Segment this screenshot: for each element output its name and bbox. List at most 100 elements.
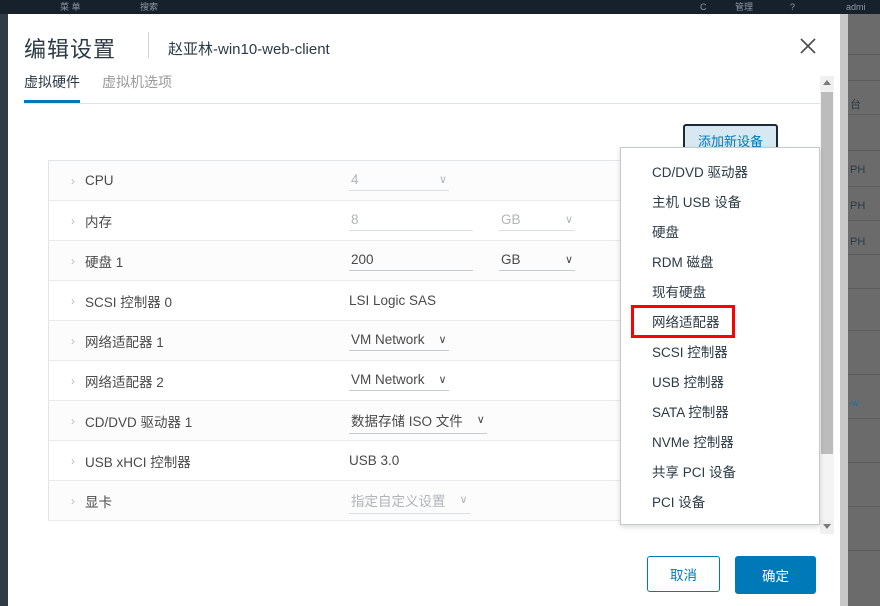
- menu-item-label: 现有硬盘: [652, 285, 706, 300]
- device-label: 网络适配器 1: [85, 334, 164, 350]
- scroll-up-arrow-icon[interactable]: [820, 76, 834, 90]
- chevron-right-icon[interactable]: ›: [71, 374, 75, 388]
- background-row-divider: [848, 506, 880, 507]
- chevron-down-icon: ∨: [438, 334, 447, 346]
- device-label: USB xHCI 控制器: [85, 454, 191, 470]
- navbar-text-fragments: 菜 单 搜索 C 管理? admi: [0, 0, 880, 14]
- vm-name-label: 赵亚林-win10-web-client: [168, 41, 330, 58]
- chevron-right-icon[interactable]: ›: [71, 214, 75, 228]
- device-label: 内存: [85, 214, 112, 230]
- device-label-cell: › 硬盘 1: [49, 251, 349, 271]
- menu-item-label: 主机 USB 设备: [652, 195, 742, 210]
- selected-value: 数据存储 ISO 文件: [351, 413, 463, 429]
- background-row-link[interactable]: -w: [849, 398, 859, 408]
- navbar-fragment: C: [700, 2, 707, 12]
- background-row-divider: [848, 418, 880, 419]
- menu-item-主机-USB-设备[interactable]: 主机 USB 设备: [621, 186, 819, 216]
- chevron-down-icon: ∨: [438, 174, 447, 186]
- menu-item-label: PCI 设备: [652, 495, 706, 510]
- device-value-select[interactable]: VM Network ∨: [349, 330, 449, 351]
- background-row-text: PH: [850, 200, 866, 212]
- device-value-text: USB 3.0: [349, 453, 400, 468]
- menu-item-CD-DVD-驱动器[interactable]: CD/DVD 驱动器: [621, 156, 819, 186]
- device-label-cell: › USB xHCI 控制器: [49, 451, 349, 471]
- device-unit-select[interactable]: GB ∨: [499, 250, 575, 271]
- menu-item-RDM-磁盘[interactable]: RDM 磁盘: [621, 246, 819, 276]
- menu-item-硬盘[interactable]: 硬盘: [621, 216, 819, 246]
- device-label: CPU: [85, 173, 114, 188]
- menu-item-SATA-控制器[interactable]: SATA 控制器: [621, 396, 819, 426]
- title-divider: [148, 32, 149, 58]
- dialog-header: 编辑设置 赵亚林-win10-web-client: [8, 14, 840, 72]
- device-value-input[interactable]: 200: [349, 250, 473, 271]
- background-row-divider: [848, 54, 880, 55]
- menu-item-SCSI-控制器[interactable]: SCSI 控制器: [621, 336, 819, 366]
- chevron-right-icon[interactable]: ›: [71, 294, 75, 308]
- device-value-select[interactable]: 数据存储 ISO 文件 ∨: [349, 408, 487, 434]
- selected-value: GB: [501, 252, 521, 267]
- device-label: 显卡: [85, 494, 112, 510]
- navbar-fragment: 管理: [735, 2, 754, 12]
- background-left-strip: [0, 14, 8, 606]
- menu-item-现有硬盘[interactable]: 现有硬盘: [621, 276, 819, 306]
- chevron-down-icon: ∨: [564, 214, 573, 226]
- edit-settings-dialog: 编辑设置 赵亚林-win10-web-client 虚拟硬件 虚拟机选项 添加新设…: [8, 14, 840, 606]
- content-scrollbar[interactable]: [820, 76, 834, 534]
- background-row-divider: [848, 186, 880, 187]
- menu-item-共享-PCI-设备[interactable]: 共享 PCI 设备: [621, 456, 819, 486]
- menu-item-NVMe-控制器[interactable]: NVMe 控制器: [621, 426, 819, 456]
- menu-item-网络适配器[interactable]: 网络适配器: [621, 306, 819, 336]
- background-row-text: PH: [850, 236, 866, 248]
- device-value-select: 4 ∨: [349, 170, 449, 191]
- menu-item-label: CD/DVD 驱动器: [652, 165, 749, 180]
- background-right-table: 台 PH PH PH -w: [848, 14, 880, 606]
- chevron-right-icon[interactable]: ›: [71, 494, 75, 508]
- navbar-fragment: admi: [846, 2, 866, 12]
- background-row-divider: [848, 220, 880, 221]
- chevron-right-icon[interactable]: ›: [71, 254, 75, 268]
- background-row-divider: [848, 150, 880, 151]
- add-new-device-menu: CD/DVD 驱动器 主机 USB 设备 硬盘 RDM 磁盘现有硬盘网络适配器 SCSI…: [620, 147, 820, 525]
- confirm-button[interactable]: 确定: [735, 556, 816, 594]
- device-label: SCSI 控制器 0: [85, 294, 173, 310]
- device-label-cell: › 显卡: [49, 491, 349, 511]
- scroll-down-arrow-icon[interactable]: [820, 520, 834, 534]
- chevron-down-icon: ∨: [476, 414, 485, 426]
- background-row-text: PH: [850, 164, 866, 176]
- chevron-right-icon[interactable]: ›: [71, 334, 75, 348]
- chevron-down-icon: ∨: [459, 494, 468, 506]
- navbar-fragment: ?: [790, 2, 796, 12]
- device-label-cell: › SCSI 控制器 0: [49, 291, 349, 311]
- menu-item-label: 共享 PCI 设备: [652, 465, 737, 480]
- device-label: 硬盘 1: [85, 254, 124, 270]
- menu-item-label: 硬盘: [652, 225, 679, 240]
- navbar-fragment: 菜 单: [60, 2, 81, 12]
- device-label-cell: › CPU: [49, 173, 349, 188]
- chevron-right-icon[interactable]: ›: [71, 414, 75, 428]
- background-row-divider: [848, 550, 880, 551]
- device-value-select[interactable]: VM Network ∨: [349, 370, 449, 391]
- selected-value: GB: [501, 212, 521, 227]
- menu-item-label: SCSI 控制器: [652, 345, 728, 360]
- navbar-fragment: 搜索: [140, 2, 159, 12]
- selected-value: 指定自定义设置: [351, 493, 446, 509]
- background-row-divider: [848, 374, 880, 375]
- chevron-right-icon[interactable]: ›: [71, 174, 75, 188]
- device-label-cell: › CD/DVD 驱动器 1: [49, 411, 349, 431]
- selected-value: VM Network: [351, 332, 425, 347]
- menu-item-PCI-设备[interactable]: PCI 设备: [621, 486, 819, 516]
- device-label-cell: › 内存: [49, 211, 349, 231]
- device-value-select: 指定自定义设置 ∨: [349, 488, 470, 514]
- device-label: 网络适配器 2: [85, 374, 164, 390]
- chevron-right-icon[interactable]: ›: [71, 454, 75, 468]
- close-icon[interactable]: [796, 34, 820, 58]
- selected-value: VM Network: [351, 372, 425, 387]
- scrollbar-thumb[interactable]: [821, 92, 833, 454]
- menu-item-USB-控制器[interactable]: USB 控制器: [621, 366, 819, 396]
- background-row-divider: [848, 254, 880, 255]
- background-row-divider: [848, 330, 880, 331]
- vsphere-top-navbar: 菜 单 搜索 C 管理? admi: [0, 0, 880, 14]
- device-value-text: LSI Logic SAS: [349, 293, 437, 308]
- cancel-button[interactable]: 取消: [647, 556, 720, 592]
- menu-item-label: USB 控制器: [652, 375, 725, 390]
